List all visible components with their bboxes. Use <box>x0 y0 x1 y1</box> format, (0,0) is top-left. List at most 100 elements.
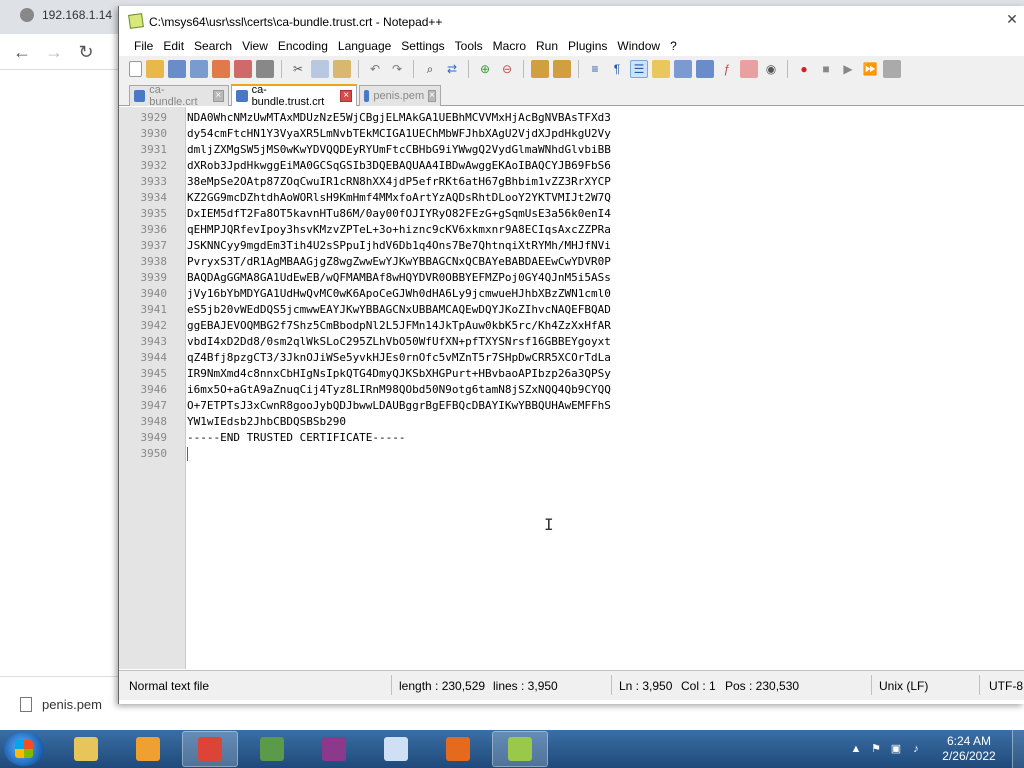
save-icon[interactable] <box>168 60 186 78</box>
tab-penis-pem[interactable]: penis.pem × <box>359 85 441 106</box>
eye-icon[interactable]: ◉ <box>762 60 780 78</box>
document-map-icon[interactable] <box>674 60 692 78</box>
new-file-icon[interactable] <box>129 61 142 77</box>
undo-icon[interactable]: ↶ <box>366 60 384 78</box>
editor-line[interactable]: 3940 jVy16bYbMDYGA1UdHwQvMC0wK6ApoCeGJWh0… <box>119 286 1024 302</box>
tab-close-icon[interactable]: × <box>212 90 224 102</box>
menu-search[interactable]: Search <box>189 36 237 56</box>
network-icon[interactable]: ▣ <box>889 742 903 756</box>
editor-area[interactable]: 3929 NDA0WhcNMzUwMTAxMDUzNzE5WjCBgjELMAkG… <box>119 107 1024 669</box>
tab-close-icon[interactable]: × <box>340 90 352 102</box>
editor-line[interactable]: 3948 YW1wIEdsb2JhbCBDQSBSb290 <box>119 414 1024 430</box>
taskbar: ▲ ⚑ ▣ ♪ 6:24 AM 2/26/2022 <box>0 730 1024 768</box>
print-icon[interactable] <box>256 60 274 78</box>
stop-macro-icon[interactable]: ■ <box>817 60 835 78</box>
menu-run[interactable]: Run <box>531 36 563 56</box>
folder-as-workspace-icon[interactable]: ƒ <box>718 60 736 78</box>
clock[interactable]: 6:24 AM 2/26/2022 <box>926 734 1012 764</box>
tab-ca-bundle-crt[interactable]: ca-bundle.crt × <box>129 84 229 108</box>
editor-line[interactable]: 3949 -----END TRUSTED CERTIFICATE----- <box>119 430 1024 446</box>
taskbar-msys2-button[interactable] <box>306 731 362 767</box>
editor-line[interactable]: 3947 O+7ETPTsJ3xCwnR8gooJybQDJbwwLDAUBggr… <box>119 398 1024 414</box>
chrome-icon <box>198 737 222 761</box>
menu-plugins[interactable]: Plugins <box>563 36 612 56</box>
download-item[interactable]: penis.pem <box>0 677 118 731</box>
editor-line[interactable]: 3938 PvryxS3T/dR1AgMBAAGjgZ8wgZwwEwYJKwYB… <box>119 254 1024 270</box>
editor-line[interactable]: 3941 eS5jb20vWEdDQS5jcmwwEAYJKwYBBAGCNxUB… <box>119 302 1024 318</box>
run-macro-multiple-icon[interactable]: ⏩ <box>861 60 879 78</box>
menu-view[interactable]: View <box>237 36 273 56</box>
menu-window[interactable]: Window <box>612 36 665 56</box>
show-hidden-icons-icon[interactable]: ▲ <box>849 742 863 756</box>
cut-icon[interactable]: ✂ <box>289 60 307 78</box>
find-icon[interactable]: ⌕ <box>421 60 439 78</box>
close-file-icon[interactable] <box>212 60 230 78</box>
back-arrow-icon[interactable]: ← <box>10 40 34 64</box>
volume-icon[interactable]: ♪ <box>909 742 923 756</box>
taskbar-notepad-plus-plus-button[interactable] <box>492 731 548 767</box>
firefox-icon <box>446 737 470 761</box>
action-center-flag-icon[interactable]: ⚑ <box>869 742 883 756</box>
reload-icon[interactable]: ↻ <box>74 40 98 64</box>
editor-line[interactable]: 3939 BAQDAgGGMA8GA1UdEwEB/wQFMAMBAf8wHQYD… <box>119 270 1024 286</box>
paste-icon[interactable] <box>333 60 351 78</box>
sync-vertical-icon[interactable] <box>531 60 549 78</box>
user-defined-language-icon[interactable] <box>652 60 670 78</box>
editor-line[interactable]: 3950 <box>119 446 1024 462</box>
editor-line[interactable]: 3942 ggEBAJEVOQMBG2f7Shz5CmBbodpNl2L5JFMn… <box>119 318 1024 334</box>
editor-line[interactable]: 3929 NDA0WhcNMzUwMTAxMDUzNzE5WjCBgjELMAkG… <box>119 110 1024 126</box>
start-button[interactable] <box>4 732 44 766</box>
close-icon[interactable]: ✕ <box>1003 10 1021 28</box>
menu-language[interactable]: Language <box>333 36 396 56</box>
indent-guide-icon[interactable]: ☰ <box>630 60 648 78</box>
open-file-icon[interactable] <box>146 60 164 78</box>
close-all-icon[interactable] <box>234 60 252 78</box>
zoom-out-icon[interactable]: ⊖ <box>498 60 516 78</box>
editor-line[interactable]: 3943 vbdI4xD2Dd8/0sm2qlWkSLoC295ZLhVbO50W… <box>119 334 1024 350</box>
tab-ca-bundle-trust-crt[interactable]: ca-bundle.trust.crt × <box>231 84 357 108</box>
copy-icon[interactable] <box>311 60 329 78</box>
editor-line[interactable]: 3932 dXRob3JpdHkwggEiMA0GCSqGSIb3DQEBAQUA… <box>119 158 1024 174</box>
editor-line[interactable]: 3931 dmljZXMgSW5jMS0wKwYDVQQDEyRYUmFtcCBH… <box>119 142 1024 158</box>
menu-encoding[interactable]: Encoding <box>273 36 333 56</box>
forward-arrow-icon[interactable]: → <box>42 40 66 64</box>
monitoring-icon[interactable] <box>740 60 758 78</box>
line-number: 3931 <box>140 143 168 156</box>
redo-icon[interactable]: ↷ <box>388 60 406 78</box>
zoom-in-icon[interactable]: ⊕ <box>476 60 494 78</box>
save-all-icon[interactable] <box>190 60 208 78</box>
menu-edit[interactable]: Edit <box>158 36 189 56</box>
menu-settings[interactable]: Settings <box>396 36 449 56</box>
record-macro-icon[interactable]: ● <box>795 60 813 78</box>
taskbar-media-player-button[interactable] <box>120 731 176 767</box>
tab-close-icon[interactable]: × <box>428 90 436 102</box>
editor-line[interactable]: 3944 qZ4Bfj8pzgCT3/3JknOJiWSe5yvkHJEs0rnO… <box>119 350 1024 366</box>
taskbar-task-manager-button[interactable] <box>244 731 300 767</box>
save-macro-icon[interactable] <box>883 60 901 78</box>
taskbar-chrome-button[interactable] <box>182 731 238 767</box>
show-desktop-button[interactable] <box>1012 730 1024 768</box>
taskbar-windows-explorer-button[interactable] <box>58 731 114 767</box>
replace-icon[interactable]: ⇄ <box>443 60 461 78</box>
show-all-characters-icon[interactable]: ¶ <box>608 60 626 78</box>
browser-tab[interactable]: 192.168.1.14 <box>20 8 112 22</box>
taskbar-firefox-button[interactable] <box>430 731 486 767</box>
editor-line[interactable]: 3946 i6mx5O+aGtA9aZnuqCij4Tyz8LIRnM98QObd… <box>119 382 1024 398</box>
editor-line[interactable]: 3937 JSKNNCyy9mgdEm3Tih4U2sSPpuIjhdV6Db1q… <box>119 238 1024 254</box>
editor-line[interactable]: 3945 IR9NmXmd4c8nnxCbHIgNsIpkQTG4DmyQJKSb… <box>119 366 1024 382</box>
menu-tools[interactable]: Tools <box>450 36 488 56</box>
menu-file[interactable]: File <box>129 36 158 56</box>
taskbar-notepad-button[interactable] <box>368 731 424 767</box>
function-list-icon[interactable] <box>696 60 714 78</box>
editor-line[interactable]: 3935 DxIEM5dfT2Fa8OT5kavnHTu86M/0ay00fOJI… <box>119 206 1024 222</box>
editor-line[interactable]: 3934 KZ2GG9mcDZhtdhAoWORlsH9KmHmf4MMxfoAr… <box>119 190 1024 206</box>
editor-line[interactable]: 3936 qEHMPJQRfevIpoy3hsvKMzvZPTeL+3o+hizn… <box>119 222 1024 238</box>
editor-line[interactable]: 3933 38eMpSe2OAtp87ZOqCwuIR1cRN8hXX4jdP5e… <box>119 174 1024 190</box>
sync-horizontal-icon[interactable] <box>553 60 571 78</box>
menu-help[interactable]: ? <box>665 36 682 56</box>
editor-line[interactable]: 3930 dy54cmFtcHN1Y3VyaXR5LmNvbTEkMCIGA1UE… <box>119 126 1024 142</box>
line-number: 3938 <box>140 255 168 268</box>
play-macro-icon[interactable]: ▶ <box>839 60 857 78</box>
word-wrap-icon[interactable]: ≡ <box>586 60 604 78</box>
menu-macro[interactable]: Macro <box>488 36 531 56</box>
